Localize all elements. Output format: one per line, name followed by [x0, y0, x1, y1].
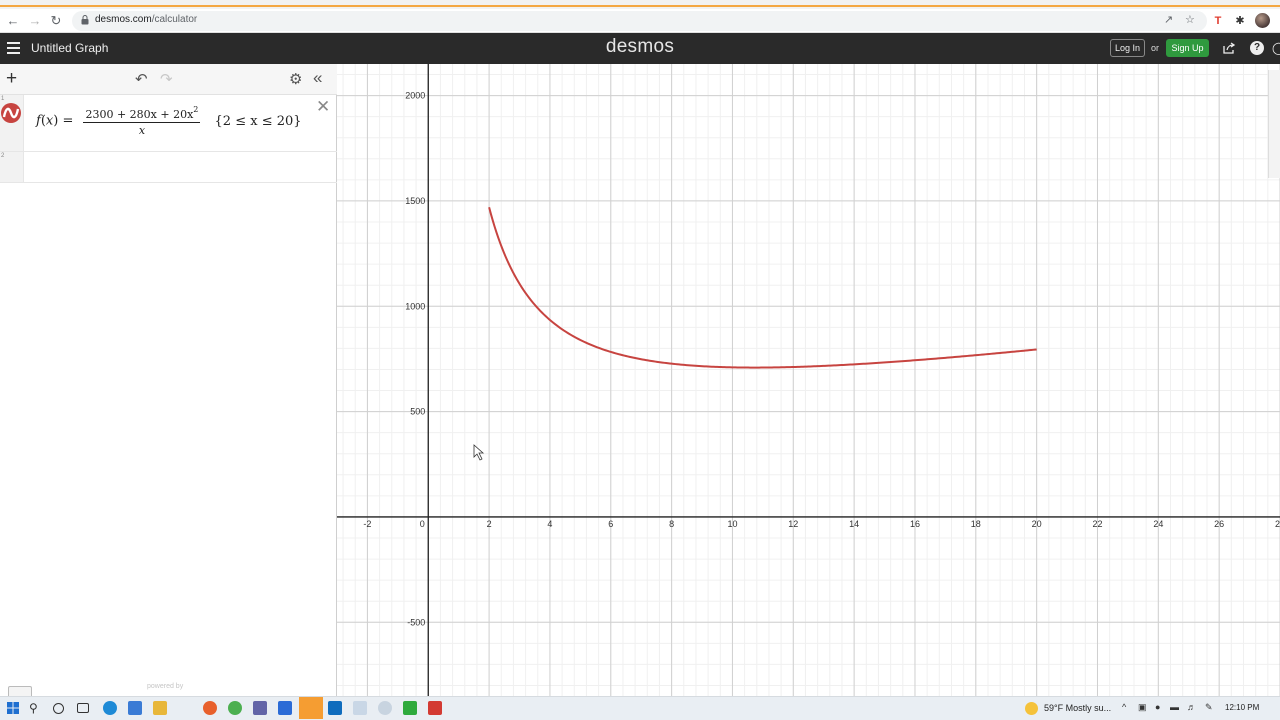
share-icon[interactable]: ↗ — [1164, 13, 1173, 26]
x-tick-label: 20 — [1032, 519, 1042, 529]
chrome-icon[interactable] — [228, 701, 242, 715]
x-tick-label: 24 — [1153, 519, 1163, 529]
extension-icon[interactable]: T — [1211, 14, 1225, 28]
x-tick-label: 26 — [1214, 519, 1224, 529]
signup-button[interactable]: Sign Up — [1166, 39, 1209, 57]
cortana-icon[interactable] — [53, 703, 64, 714]
weather-text[interactable]: 59°F Mostly su... — [1044, 703, 1111, 713]
teams-icon[interactable] — [253, 701, 267, 715]
task-view-icon[interactable] — [77, 703, 89, 713]
x-tick-label: 28 — [1275, 519, 1280, 529]
active-app-icon[interactable] — [299, 697, 323, 719]
volume-icon[interactable]: ♬ — [1187, 702, 1196, 712]
or-text: or — [1151, 43, 1160, 53]
taskbar: ⚲ 59°F Mostly su... ^ ▣ ● ▬ ♬ ✎ 12:10 PM — [0, 696, 1280, 720]
fraction-numerator: 2300 + 280x + 20x2 — [83, 105, 201, 123]
y-tick-label: 1000 — [405, 301, 425, 311]
recorder-icon[interactable] — [428, 701, 442, 715]
expression-formula[interactable]: f(x) = 2300 + 280x + 20x2 x {2 ≤ x ≤ 20} — [36, 105, 302, 137]
chrome-window-icon[interactable] — [378, 701, 392, 715]
camtasia-icon[interactable] — [403, 701, 417, 715]
settings-gear-icon[interactable]: ⚙ — [289, 70, 302, 88]
delete-expression-icon[interactable]: ✕ — [316, 97, 330, 117]
graph-canvas[interactable]: -202468101214161820222426282000150010005… — [337, 64, 1280, 696]
undo-icon[interactable]: ↶ — [135, 70, 148, 88]
expression-list: + ↶ ↷ ⚙ « 1 f(x) = 2300 + 280x + 20x2 x … — [0, 64, 337, 696]
expression-gutter: 1 — [0, 95, 24, 151]
desmos-logo: desmos — [605, 36, 675, 57]
clock[interactable]: 12:10 PM — [1225, 703, 1259, 712]
expression-item-1[interactable]: 1 f(x) = 2300 + 280x + 20x2 x {2 ≤ x ≤ 2… — [0, 95, 337, 152]
x-tick-label: 14 — [849, 519, 859, 529]
keypad-toggle-icon[interactable] — [8, 686, 32, 696]
expression-item-2[interactable]: 2 — [0, 152, 337, 183]
firefox-icon[interactable] — [203, 701, 217, 715]
tray-chevron-icon[interactable]: ^ — [1122, 702, 1126, 712]
domain-restriction: {2 ≤ x ≤ 20} — [214, 113, 302, 129]
add-item-icon[interactable]: + — [6, 68, 17, 90]
file-explorer-icon[interactable] — [153, 701, 167, 715]
function-curve — [488, 206, 1037, 369]
x-tick-label: 22 — [1092, 519, 1102, 529]
outlook-icon[interactable] — [328, 701, 342, 715]
forward-arrow-icon[interactable]: → — [26, 12, 44, 30]
powered-by-text: powered by — [147, 683, 184, 690]
x-tick-label: 18 — [971, 519, 981, 529]
store-icon[interactable] — [128, 701, 142, 715]
url-text: desmos.com/calculator — [95, 14, 198, 25]
expression-number: 1 — [1, 96, 5, 102]
x-tick-label: -2 — [363, 519, 371, 529]
tab-accent — [0, 5, 1280, 7]
x-tick-label: 4 — [547, 519, 552, 529]
function-variable: x — [45, 113, 54, 129]
collapse-panel-icon[interactable]: « — [313, 68, 322, 88]
app-icon[interactable] — [278, 701, 292, 715]
x-tick-label: 2 — [487, 519, 492, 529]
notepad-icon[interactable] — [353, 701, 367, 715]
x-tick-label: 12 — [788, 519, 798, 529]
back-arrow-icon[interactable]: ← — [4, 12, 22, 30]
x-tick-label: 8 — [669, 519, 674, 529]
y-tick-label: 1500 — [405, 196, 425, 206]
puzzle-icon[interactable]: ✱ — [1233, 14, 1247, 28]
redo-icon[interactable]: ↷ — [160, 70, 173, 88]
expression-toolbar: + ↶ ↷ ⚙ « — [0, 64, 337, 95]
expression-gutter: 2 — [0, 152, 24, 182]
zoom-controls[interactable] — [1268, 70, 1280, 178]
profile-avatar[interactable] — [1255, 13, 1270, 28]
x-tick-label: 16 — [910, 519, 920, 529]
search-icon[interactable]: ⚲ — [29, 701, 43, 715]
address-bar[interactable]: desmos.com/calculator ↗ ☆ — [72, 11, 1207, 31]
fraction-denominator: x — [138, 124, 146, 137]
y-tick-label: 500 — [410, 407, 425, 417]
help-icon[interactable]: ? — [1250, 41, 1264, 55]
lock-icon — [81, 15, 89, 25]
x-tick-label: 6 — [608, 519, 613, 529]
bookmark-star-icon[interactable]: ☆ — [1185, 13, 1195, 26]
tray-app-icon[interactable]: ▣ — [1138, 702, 1147, 713]
function-name: f — [36, 113, 41, 129]
y-tick-label: 2000 — [405, 91, 425, 101]
y-tick-label: -500 — [407, 617, 425, 627]
curve-color-icon[interactable] — [1, 103, 21, 123]
x-tick-label: 10 — [727, 519, 737, 529]
browser-toolbar: ← → ↻ desmos.com/calculator ↗ ☆ T ✱ — [0, 9, 1280, 33]
login-button[interactable]: Log In — [1110, 39, 1145, 57]
weather-icon[interactable] — [1025, 702, 1038, 715]
browser-tab-strip — [0, 0, 1280, 9]
windows-start-icon[interactable] — [6, 701, 20, 715]
network-icon[interactable]: ▬ — [1170, 702, 1179, 712]
fraction: 2300 + 280x + 20x2 x — [83, 105, 201, 137]
mouse-cursor-icon — [473, 444, 485, 461]
reload-icon[interactable]: ↻ — [47, 12, 65, 30]
pen-icon[interactable]: ✎ — [1205, 702, 1213, 713]
x-tick-label: 0 — [420, 519, 425, 529]
language-icon[interactable]: ◯ — [1272, 41, 1280, 55]
graph-paper[interactable]: -202468101214161820222426282000150010005… — [337, 64, 1280, 696]
edge-icon[interactable] — [103, 701, 117, 715]
expression-number: 2 — [1, 153, 5, 159]
desmos-header: Untitled Graph desmos Log In or Sign Up … — [0, 33, 1280, 64]
microphone-icon[interactable]: ● — [1155, 702, 1160, 712]
share-graph-icon[interactable] — [1222, 41, 1236, 55]
